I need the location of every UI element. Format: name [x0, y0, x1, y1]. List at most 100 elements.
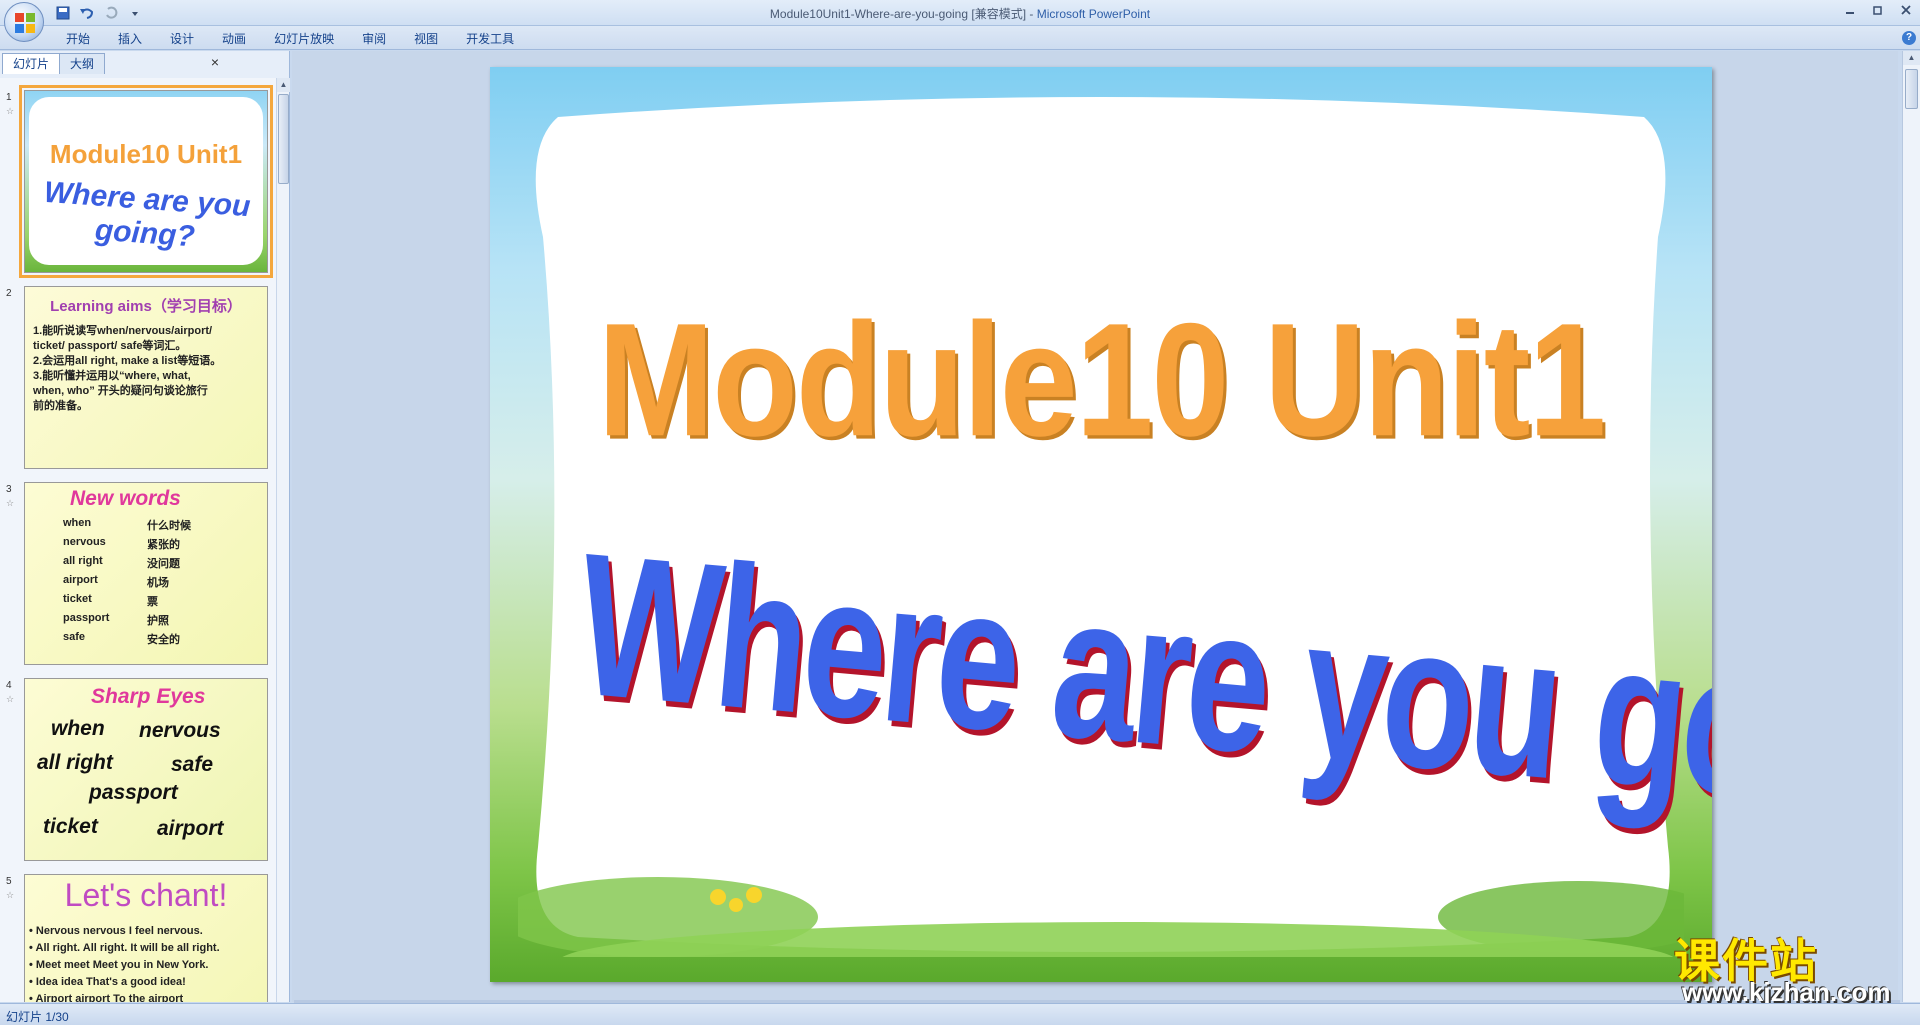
word-row: passport 护照 [63, 612, 191, 631]
tab-slides[interactable]: 幻灯片 [2, 53, 61, 74]
word-cn: 什么时候 [147, 520, 191, 532]
close-pane-icon[interactable]: × [211, 54, 219, 70]
thumb-line: when, who” 开头的疑问句谈论旅行 [33, 385, 208, 397]
title-separator: - [1026, 7, 1037, 21]
animation-star-icon: ☆ [6, 498, 15, 508]
word-en: nervous [63, 536, 106, 548]
word-en: airport [63, 574, 98, 586]
word-en: passport [63, 612, 110, 624]
window-controls [1836, 0, 1920, 20]
title-bar: Module10Unit1-Where-are-you-going [兼容模式]… [0, 0, 1920, 26]
word-row: ticket 票 [63, 593, 191, 612]
scroll-up-icon[interactable]: ▲ [1903, 51, 1920, 65]
slide-number: 5 [6, 876, 12, 887]
thumb-title-line1: Module10 Unit1 [49, 139, 243, 169]
slide-number: 1 [6, 92, 12, 103]
thumbnail-list: 1 ☆ Module10 Unit1 Where are you going? … [0, 78, 276, 1002]
thumb-line: ticket/ passport/ safe等词汇。 [33, 340, 187, 352]
sharp-word: passport [89, 781, 178, 804]
thumb-line: • Nervous nervous I feel nervous. [29, 925, 203, 937]
word-en: ticket [63, 593, 92, 605]
tab-animation[interactable]: 动画 [208, 30, 260, 48]
thumb-heading: Let's chant! [64, 877, 228, 913]
pane-tabs: 幻灯片 大纲 [2, 53, 106, 75]
watermark-logo: 课件站 www.kjzhan.com [1668, 925, 1908, 1011]
word-en: when [63, 517, 92, 529]
thumb-heading: Sharp Eyes [91, 685, 206, 708]
slide-thumbnail-2[interactable]: Learning aims（学习目标） 1.能听说读写when/nervous/… [24, 286, 268, 469]
word-row: airport 机场 [63, 574, 191, 593]
word-cn: 安全的 [147, 634, 180, 646]
document-title: Module10Unit1-Where-are-you-going [兼容模式] [769, 7, 1027, 21]
word-cn: 护照 [147, 615, 169, 627]
tab-developer[interactable]: 开发工具 [452, 30, 528, 48]
slide-number: 2 [6, 288, 12, 299]
word-cn: 紧张的 [147, 539, 180, 551]
thumbnail-row[interactable]: 2 Learning aims（学习目标） 1.能听说读写when/nervou… [0, 286, 276, 482]
window-title: Module10Unit1-Where-are-you-going [兼容模式]… [0, 5, 1920, 22]
slide-thumbnail-4[interactable]: Sharp Eyes when nervous all right safe p… [24, 678, 268, 861]
slide-thumbnail-3[interactable]: New words when 什么时候 nervous 紧张的 all right 没… [24, 482, 268, 665]
scroll-thumb[interactable] [1905, 69, 1918, 109]
word-cn: 票 [147, 596, 158, 608]
thumb-line: • Airport airport To the airport [29, 993, 184, 1002]
thumbnail-row[interactable]: 5 ☆ Let's chant! • Nervous nervous I fee… [0, 874, 276, 1002]
slide-number: 3 [6, 484, 12, 495]
slide-counter: 幻灯片 1/30 [6, 1010, 69, 1024]
office-button[interactable] [4, 2, 44, 42]
sharp-word: all right [37, 751, 113, 774]
tab-slideshow[interactable]: 幻灯片放映 [260, 30, 348, 48]
sharp-word: ticket [43, 815, 98, 838]
sharp-word: nervous [139, 719, 221, 742]
app-name: Microsoft PowerPoint [1036, 7, 1151, 21]
animation-star-icon: ☆ [6, 106, 15, 116]
status-bar: 幻灯片 1/30 [0, 1003, 1920, 1025]
slide-number: 4 [6, 680, 12, 691]
animation-star-icon: ☆ [6, 890, 15, 900]
office-logo-icon [15, 13, 35, 33]
tab-insert[interactable]: 插入 [104, 30, 156, 48]
scroll-up-icon[interactable]: ▲ [277, 78, 290, 92]
restore-icon[interactable] [1864, 0, 1892, 20]
word-row: all right 没问题 [63, 555, 191, 574]
word-row: safe 安全的 [63, 631, 191, 650]
tab-review[interactable]: 审阅 [348, 30, 400, 48]
vertical-scrollbar[interactable]: ▲ [1902, 51, 1920, 1002]
thumbnail-scrollbar[interactable]: ▲ [276, 78, 290, 1002]
sharp-word: when [51, 717, 105, 740]
scroll-thumb[interactable] [278, 94, 289, 184]
animation-star-icon: ☆ [6, 694, 15, 704]
thumb-line: 3.能听懂并运用以“where, what, [33, 370, 191, 382]
sharp-word: airport [157, 817, 224, 840]
tab-design[interactable]: 设计 [156, 30, 208, 48]
word-en: safe [63, 631, 86, 643]
word-row: nervous 紧张的 [63, 536, 191, 555]
slide-thumbnail-5[interactable]: Let's chant! • Nervous nervous I feel ne… [24, 874, 268, 1002]
help-icon[interactable]: ? [1902, 31, 1916, 45]
thumb-line: 2.会运用all right, make a list等短语。 [33, 355, 222, 367]
thumb-line: • Meet meet Meet you in New York. [29, 959, 209, 971]
tab-outline[interactable]: 大纲 [59, 53, 106, 74]
sharp-word: safe [171, 753, 214, 776]
slide-title-line1[interactable]: Module10 Unit1 [490, 287, 1712, 473]
thumb-line: • All right. All right. It will be all r… [29, 942, 220, 954]
slides-pane: 幻灯片 大纲 × 1 ☆ Module10 Unit1 Where are yo… [0, 51, 290, 1002]
tab-view[interactable]: 视图 [400, 30, 452, 48]
thumb-line: 前的准备。 [33, 400, 88, 412]
thumbnail-row[interactable]: 4 ☆ Sharp Eyes when nervous all right sa… [0, 678, 276, 874]
thumbnail-row[interactable]: 3 ☆ New words when 什么时候 nervous 紧张的 all ri… [0, 482, 276, 678]
word-cn: 机场 [147, 577, 169, 589]
ribbon-tab-bar: 开始 插入 设计 动画 幻灯片放映 审阅 视图 开发工具 ? [0, 26, 1920, 50]
thumb-heading: Learning aims（学习目标） [50, 298, 242, 315]
word-cn: 没问题 [147, 558, 180, 570]
slide-thumbnail-1[interactable]: Module10 Unit1 Where are you going? [19, 85, 273, 278]
word-en: all right [63, 555, 103, 567]
thumb-line: • Idea idea That's a good idea! [29, 976, 186, 988]
current-slide[interactable]: Module10 Unit1 Where are you going? [490, 67, 1712, 982]
thumb-heading: New words [70, 487, 181, 510]
tab-home[interactable]: 开始 [52, 30, 104, 48]
close-window-icon[interactable] [1892, 0, 1920, 20]
thumb-line: 1.能听说读写when/nervous/airport/ [33, 325, 213, 337]
thumbnail-row[interactable]: 1 ☆ Module10 Unit1 Where are you going? [0, 85, 276, 286]
minimize-icon[interactable] [1836, 0, 1864, 20]
